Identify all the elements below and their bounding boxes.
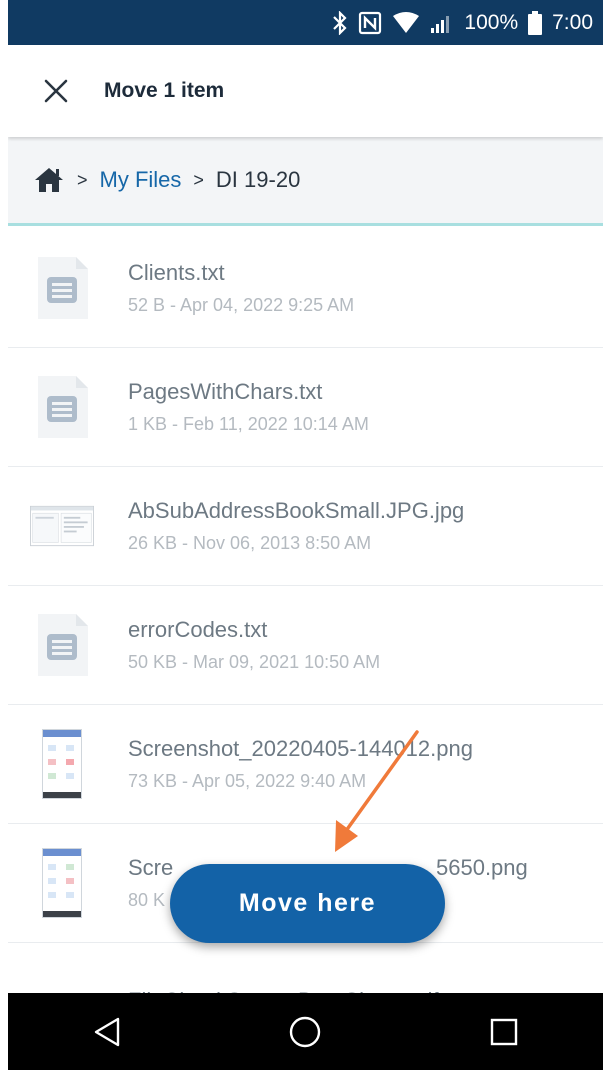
navigation-bar	[8, 993, 603, 1070]
file-name-end: 5650.png	[436, 855, 528, 880]
phone-screenshot-thumbnail	[30, 848, 94, 918]
list-item[interactable]: AbSubAddressBookSmall.JPG.jpg 26 KB - No…	[8, 467, 603, 586]
battery-icon	[528, 10, 543, 35]
file-name-start: Scre	[128, 855, 174, 880]
nav-recents-button[interactable]	[474, 1002, 534, 1062]
breadcrumb-current-folder: DI 19-20	[215, 167, 301, 192]
file-detail: 52 B - Apr 04, 2022 9:25 AM	[128, 295, 355, 315]
battery-percent: 100%	[464, 10, 519, 34]
file-name: PagesWithChars.txt	[128, 379, 323, 404]
nav-home-button[interactable]	[275, 1002, 335, 1062]
file-detail: 26 KB - Nov 06, 2013 8:50 AM	[128, 533, 372, 553]
nfc-icon	[358, 11, 382, 35]
text-file-icon	[30, 253, 94, 323]
file-name: Screenshot_20220405-144012.png	[128, 736, 473, 761]
close-icon	[44, 79, 68, 103]
file-name: Clients.txt	[128, 260, 225, 285]
breadcrumb-separator: >	[193, 169, 204, 190]
breadcrumb: > My Files > DI 19-20	[8, 137, 603, 226]
file-detail: 50 KB - Mar 09, 2021 10:50 AM	[128, 652, 381, 672]
home-icon	[35, 168, 63, 192]
signal-icon	[430, 12, 454, 34]
file-name: AbSubAddressBookSmall.JPG.jpg	[128, 498, 465, 523]
list-item[interactable]: PagesWithChars.txt 1 KB - Feb 11, 2022 1…	[8, 348, 603, 467]
list-item[interactable]: Screenshot_20220405-144012.png 73 KB - A…	[8, 705, 603, 824]
text-file-icon	[30, 610, 94, 680]
breadcrumb-separator: >	[77, 169, 88, 190]
list-item[interactable]: errorCodes.txt 50 KB - Mar 09, 2021 10:5…	[8, 586, 603, 705]
file-name: errorCodes.txt	[128, 617, 268, 642]
clock: 7:00	[552, 10, 593, 34]
list-item[interactable]: Clients.txt 52 B - Apr 04, 2022 9:25 AM	[8, 229, 603, 348]
bluetooth-icon	[332, 10, 348, 35]
phone-screenshot-thumbnail	[30, 729, 94, 799]
file-detail: 73 KB - Apr 05, 2022 9:40 AM	[128, 771, 367, 791]
recents-icon	[490, 1018, 518, 1045]
left-gutter	[0, 0, 8, 1070]
nav-back-button[interactable]	[77, 1002, 137, 1062]
page-title: Move 1 item	[104, 79, 225, 102]
home-circle-icon	[290, 1016, 321, 1047]
text-file-icon	[30, 372, 94, 442]
image-thumbnail	[30, 491, 94, 561]
close-button[interactable]	[36, 71, 76, 111]
back-icon	[94, 1017, 120, 1046]
breadcrumb-home[interactable]	[33, 166, 65, 194]
breadcrumb-my-files[interactable]: My Files	[100, 167, 182, 193]
move-here-button[interactable]: Move here	[170, 864, 445, 943]
status-bar: 100% 7:00	[8, 0, 603, 45]
dialog-header: Move 1 item	[8, 45, 603, 137]
file-detail: 1 KB - Feb 11, 2022 10:14 AM	[128, 414, 369, 434]
wifi-icon	[392, 11, 420, 34]
